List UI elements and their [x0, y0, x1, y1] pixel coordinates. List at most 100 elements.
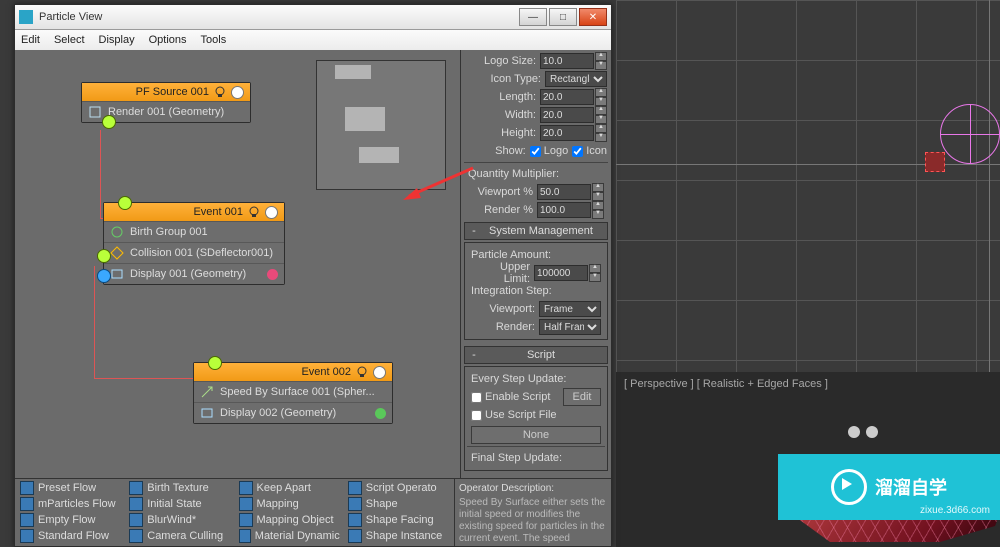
rollout-script[interactable]: -Script — [464, 346, 608, 364]
minimap[interactable] — [316, 60, 446, 190]
menu-options[interactable]: Options — [149, 34, 187, 46]
icon-type-select[interactable]: Rectangle — [545, 71, 607, 87]
enable-script-checkbox[interactable] — [471, 392, 482, 403]
output-socket[interactable] — [102, 115, 116, 129]
lightbulb-icon[interactable] — [247, 205, 261, 219]
render-step-select[interactable]: Half Frame — [539, 319, 601, 335]
operator-icon — [348, 497, 362, 511]
label-viewport-pct: Viewport % — [468, 186, 533, 198]
birth-icon — [110, 225, 124, 239]
depot-item[interactable]: mParticles Flow — [16, 496, 125, 512]
node-canvas[interactable]: PF Source 001 Render 001 (Geometry) Even… — [15, 50, 460, 479]
menu-display[interactable]: Display — [99, 34, 135, 46]
menu-select[interactable]: Select — [54, 34, 85, 46]
spinner-up-icon[interactable]: ▲ — [592, 201, 604, 210]
node-header[interactable]: PF Source 001 — [82, 83, 250, 101]
spinner-down-icon[interactable]: ▼ — [595, 133, 607, 142]
play-icon — [831, 469, 867, 505]
depot-item[interactable]: Keep Apart — [235, 480, 344, 496]
spinner-up-icon[interactable]: ▲ — [595, 52, 607, 61]
menu-edit[interactable]: Edit — [21, 34, 40, 46]
depot-item[interactable]: Shape Instance — [344, 528, 453, 544]
depot-item[interactable]: Camera Culling — [125, 528, 234, 544]
depot-item[interactable]: Material Dynamic — [235, 528, 344, 544]
op-speed-by-surface[interactable]: Speed By Surface 001 (Spher... — [194, 381, 392, 402]
depot-item[interactable]: Shape — [344, 496, 453, 512]
node-header[interactable]: Event 002 — [194, 363, 392, 381]
spinner-up-icon[interactable]: ▲ — [595, 88, 607, 97]
label-every-step: Every Step Update: — [471, 373, 566, 385]
depot-item[interactable]: Mapping — [235, 496, 344, 512]
depot-item[interactable]: Mapping Object — [235, 512, 344, 528]
depot-item[interactable]: Script Operato — [344, 480, 453, 496]
spinner-up-icon[interactable]: ▲ — [589, 264, 601, 273]
depot-item[interactable]: Preset Flow — [16, 480, 125, 496]
op-display[interactable]: Display 002 (Geometry) — [194, 402, 392, 423]
logo-size-field[interactable] — [540, 53, 594, 69]
spinner-down-icon[interactable]: ▼ — [589, 273, 601, 282]
test-out-socket[interactable] — [97, 269, 111, 283]
minimize-button[interactable]: — — [519, 8, 547, 26]
maximize-button[interactable]: □ — [549, 8, 577, 26]
spinner-down-icon[interactable]: ▼ — [595, 115, 607, 124]
spinner-down-icon[interactable]: ▼ — [595, 61, 607, 70]
enable-toggle[interactable] — [265, 206, 278, 219]
render-pct-field[interactable] — [537, 202, 591, 218]
menu-tools[interactable]: Tools — [201, 34, 227, 46]
enable-toggle[interactable] — [231, 86, 244, 99]
script-file-button[interactable]: None — [471, 426, 601, 444]
op-birth-group[interactable]: Birth Group 001 — [104, 221, 284, 242]
top-viewport[interactable] — [616, 0, 1000, 372]
operator-icon — [20, 481, 34, 495]
depot-item[interactable]: Standard Flow — [16, 528, 125, 544]
upper-limit-field[interactable] — [534, 265, 588, 281]
depot-item[interactable]: Birth Texture — [125, 480, 234, 496]
label-particle-amount: Particle Amount: — [471, 249, 551, 261]
node-pf-source[interactable]: PF Source 001 Render 001 (Geometry) — [81, 82, 251, 123]
node-event-001[interactable]: Event 001 Birth Group 001 Collision 001 … — [103, 202, 285, 285]
input-socket[interactable] — [118, 196, 132, 210]
viewport-step-select[interactable]: Frame — [539, 301, 601, 317]
op-display[interactable]: Display 001 (Geometry) — [104, 263, 284, 284]
height-field[interactable] — [540, 125, 594, 141]
viewport-label[interactable]: [ Perspective ] [ Realistic + Edged Face… — [624, 378, 828, 390]
spinner-up-icon[interactable]: ▲ — [592, 183, 604, 192]
display-color-swatch[interactable] — [375, 408, 386, 419]
show-icon-checkbox[interactable] — [572, 146, 583, 157]
titlebar[interactable]: Particle View — □ ✕ — [15, 5, 611, 30]
node-event-002[interactable]: Event 002 Speed By Surface 001 (Spher...… — [193, 362, 393, 424]
spinner-up-icon[interactable]: ▲ — [595, 106, 607, 115]
label-icon-type: Icon Type: — [465, 73, 541, 85]
depot-item[interactable]: Shape Facing — [344, 512, 453, 528]
lightbulb-icon[interactable] — [213, 85, 227, 99]
rollout-system-management[interactable]: -System Management — [464, 222, 608, 240]
collision-icon — [110, 246, 124, 260]
spinner-down-icon[interactable]: ▼ — [595, 97, 607, 106]
render-icon — [88, 105, 102, 119]
width-field[interactable] — [540, 107, 594, 123]
desc-body: Speed By Surface either sets the initial… — [459, 497, 607, 545]
enable-toggle[interactable] — [373, 366, 386, 379]
op-collision[interactable]: Collision 001 (SDeflector001) — [104, 242, 284, 263]
depot-item[interactable]: Empty Flow — [16, 512, 125, 528]
input-socket[interactable] — [208, 356, 222, 370]
display-color-swatch[interactable] — [267, 269, 278, 280]
depot-item[interactable]: Initial State — [125, 496, 234, 512]
lightbulb-icon[interactable] — [355, 365, 369, 379]
spinner-up-icon[interactable]: ▲ — [595, 124, 607, 133]
emitter-gizmo[interactable] — [925, 152, 945, 172]
label-length: Length: — [465, 91, 536, 103]
edit-script-button[interactable]: Edit — [563, 388, 601, 406]
use-script-file-checkbox[interactable] — [471, 410, 482, 421]
spinner-down-icon[interactable]: ▼ — [592, 210, 604, 219]
show-logo-checkbox[interactable] — [530, 146, 541, 157]
length-field[interactable] — [540, 89, 594, 105]
test-socket[interactable] — [97, 249, 111, 263]
viewport-pct-field[interactable] — [537, 184, 591, 200]
label-height: Height: — [465, 127, 536, 139]
label-upper-limit: Upper Limit: — [471, 261, 530, 285]
close-button[interactable]: ✕ — [579, 8, 607, 26]
depot-item[interactable]: BlurWind* — [125, 512, 234, 528]
operator-icon — [129, 529, 143, 543]
spinner-down-icon[interactable]: ▼ — [592, 192, 604, 201]
